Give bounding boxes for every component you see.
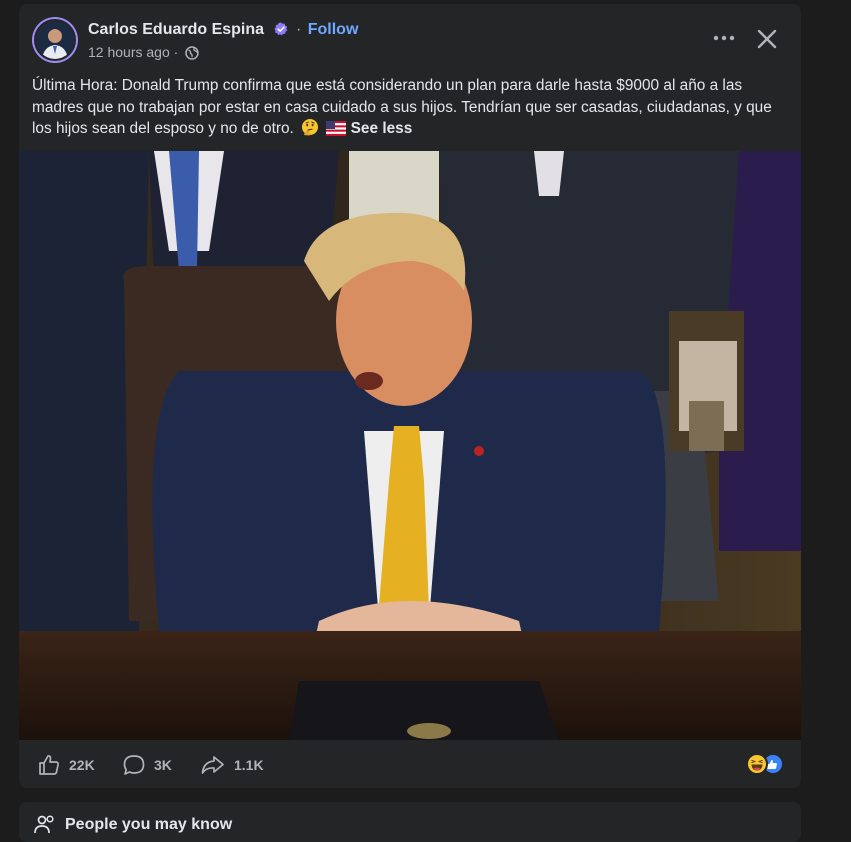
people-icon bbox=[34, 815, 54, 834]
post-text: Última Hora: Donald Trump confirma que e… bbox=[32, 75, 790, 143]
share-count: 1.1K bbox=[234, 757, 264, 773]
comment-count: 3K bbox=[154, 757, 172, 773]
author-row: Carlos Eduardo Espina · Follow bbox=[88, 21, 358, 41]
close-icon[interactable] bbox=[754, 26, 780, 52]
author-name[interactable]: Carlos Eduardo Espina bbox=[88, 21, 264, 38]
post-timestamp[interactable]: 12 hours ago · bbox=[88, 44, 178, 60]
author-avatar[interactable] bbox=[32, 17, 78, 63]
globe-icon bbox=[185, 46, 199, 63]
people-you-may-know-card: People you may know bbox=[19, 802, 801, 842]
video-frame bbox=[19, 151, 801, 740]
share-icon bbox=[201, 756, 224, 774]
post-header: Carlos Eduardo Espina · Follow 12 hours … bbox=[19, 4, 801, 74]
follow-button[interactable]: Follow bbox=[308, 21, 359, 38]
share-button[interactable]: 1.1K bbox=[200, 753, 264, 777]
post-actions: 22K 3K 1.1K bbox=[19, 741, 801, 788]
thumbs-up-icon bbox=[39, 755, 59, 775]
name-separator: · bbox=[295, 21, 302, 38]
us-flag-icon bbox=[326, 121, 347, 143]
thinking-face-icon bbox=[301, 118, 319, 143]
haha-reaction-icon bbox=[746, 753, 768, 775]
post-card: Carlos Eduardo Espina · Follow 12 hours … bbox=[19, 4, 801, 788]
comment-button[interactable]: 3K bbox=[122, 753, 172, 777]
see-less-link[interactable]: See less bbox=[351, 120, 413, 137]
more-options-icon[interactable] bbox=[709, 26, 741, 50]
verified-badge-icon bbox=[273, 22, 288, 41]
reactions-summary[interactable] bbox=[743, 752, 787, 776]
people-you-may-know-title: People you may know bbox=[65, 816, 233, 833]
post-video[interactable] bbox=[19, 151, 801, 740]
like-button[interactable]: 22K bbox=[37, 753, 95, 777]
like-count: 22K bbox=[69, 757, 95, 773]
comment-icon bbox=[123, 755, 145, 775]
avatar-photo bbox=[34, 19, 76, 61]
post-meta: 12 hours ago · bbox=[88, 44, 199, 63]
